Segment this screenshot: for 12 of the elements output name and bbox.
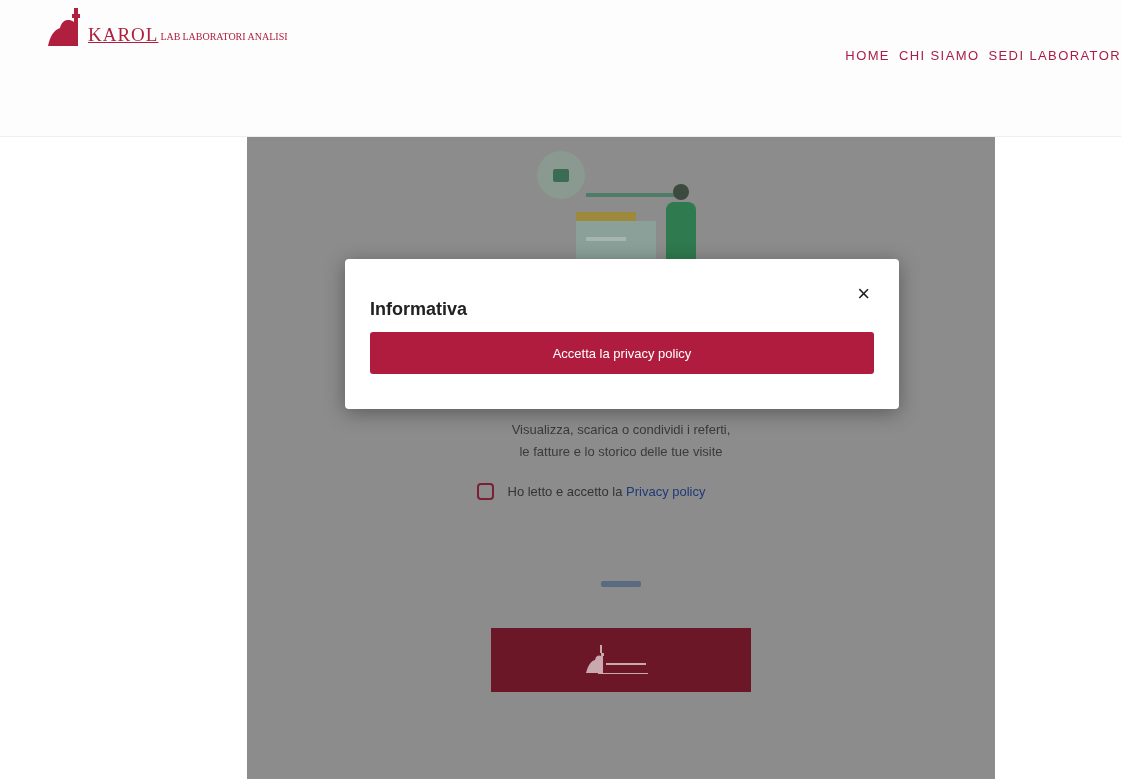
description-text: Visualizza, scarica o condividi i referti, le fatture e lo storico delle tue visite: [511, 421, 731, 461]
logo-wordmark: KAROL: [88, 24, 159, 46]
nav-link[interactable]: SEDI LABORATOR: [988, 48, 1121, 63]
accept-privacy-button[interactable]: Accetta la privacy policy: [370, 332, 874, 374]
consent-text: Ho letto e accetto la Privacy policy: [507, 484, 706, 499]
close-button[interactable]: ×: [853, 281, 874, 307]
nav-link[interactable]: HOME: [845, 48, 890, 63]
consent-checkbox[interactable]: [476, 483, 494, 500]
dialog-title: Informativa: [370, 299, 468, 320]
nav-link[interactable]: CHI SIAMO: [898, 48, 980, 63]
logo-tagline: LABORATORI ANALISI: [182, 31, 288, 42]
logo-subtext: LAB: [160, 31, 181, 42]
